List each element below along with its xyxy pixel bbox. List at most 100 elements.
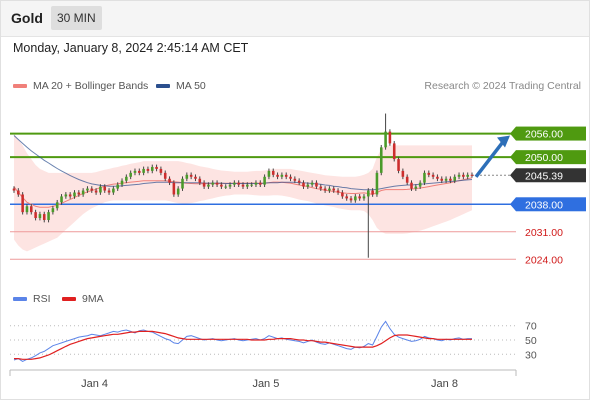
candle-body — [68, 194, 72, 197]
level-label-pointer-2056.00 — [510, 126, 516, 141]
candle-body — [55, 202, 59, 209]
candle-body — [168, 178, 171, 183]
candle-body — [284, 174, 288, 177]
candle-body — [358, 196, 361, 199]
candle-body — [142, 168, 145, 173]
candle-body — [427, 172, 431, 175]
forecast-arrow-shaft — [474, 139, 506, 178]
candle-body — [194, 176, 197, 179]
candle-body — [397, 159, 400, 171]
candle-body — [332, 188, 336, 191]
level-label-2031.00: 2031.00 — [525, 227, 563, 239]
candle-body — [345, 196, 348, 199]
candle-body — [371, 190, 374, 195]
price-chart: 2056.00 2050.00 2045.39 2038.00 2031.00 2024.… — [9, 113, 586, 390]
candle-body — [107, 190, 111, 193]
candle-body — [233, 182, 236, 185]
candle-body — [116, 184, 119, 189]
level-label-2038.00: 2038.00 — [525, 199, 563, 211]
candle-body — [129, 172, 132, 177]
candle-body — [120, 180, 124, 185]
candle-body — [431, 174, 435, 177]
candle-body — [228, 184, 232, 187]
candle-body — [29, 206, 33, 213]
candle-body — [94, 190, 98, 193]
candle-body — [125, 176, 128, 181]
rsi-tick-50: 50 — [525, 335, 537, 347]
level-label-2024.00: 2024.00 — [525, 254, 563, 266]
candle-body — [310, 182, 314, 185]
candle-body — [315, 182, 318, 187]
candle-body — [211, 182, 215, 185]
candle-body — [414, 186, 418, 189]
candle-body — [146, 168, 150, 171]
candle-body — [112, 188, 115, 193]
level-label-2056.00: 2056.00 — [525, 129, 563, 141]
candle-body — [42, 214, 46, 220]
candle-body — [224, 186, 228, 188]
candle-body — [25, 206, 29, 213]
candle-body — [276, 174, 279, 177]
candle-body — [289, 176, 292, 179]
level-label-2050.00: 2050.00 — [525, 152, 563, 164]
candle-body — [306, 184, 310, 187]
candle-body — [453, 176, 457, 181]
candle-body — [155, 166, 158, 169]
candle-body — [246, 184, 249, 187]
candle-body — [444, 178, 448, 181]
candle-body — [47, 212, 50, 220]
candle-body — [410, 182, 413, 189]
candle-body — [133, 170, 137, 173]
candle-body — [250, 184, 253, 186]
rsi-swatch — [13, 297, 27, 301]
candle-body — [401, 170, 405, 177]
rsi-tick-70: 70 — [525, 321, 537, 333]
candle-body — [375, 172, 379, 195]
candle-body — [202, 182, 206, 187]
candle-body — [73, 192, 76, 197]
level-label-pointer-2038.00 — [510, 197, 516, 212]
candle-body — [258, 182, 262, 185]
candle-body — [440, 178, 444, 181]
candle-body — [436, 176, 439, 179]
candle-body — [423, 172, 426, 183]
candle-body — [384, 131, 387, 148]
candle-body — [99, 186, 102, 193]
legend-9ma: 9MA — [62, 293, 104, 305]
candle-body — [388, 131, 392, 144]
candle-body — [293, 178, 297, 181]
candle-body — [341, 192, 344, 197]
legend-rsi: RSI — [13, 293, 51, 305]
candle-body — [280, 174, 284, 177]
candle-body — [354, 196, 357, 201]
candle-body — [302, 182, 305, 187]
candle-body — [297, 180, 301, 183]
candle-body — [12, 188, 16, 191]
candle-body — [138, 170, 141, 173]
rsi-series-9MA — [14, 330, 472, 360]
candle-body — [86, 188, 89, 191]
ma9-swatch — [62, 297, 76, 301]
rsi-tick-30: 30 — [525, 349, 537, 361]
candle-body — [470, 174, 474, 176]
candle-body — [220, 184, 223, 187]
candle-body — [60, 196, 63, 203]
candle-body — [462, 174, 465, 177]
candle-body — [163, 172, 167, 179]
candle-body — [17, 190, 20, 195]
candle-body — [466, 174, 469, 177]
candle-body — [267, 170, 271, 177]
candle-body — [241, 184, 245, 187]
candle-body — [172, 182, 176, 195]
candle-body — [189, 174, 193, 177]
candle-body — [159, 168, 163, 173]
candle-body — [176, 188, 180, 195]
candle-body — [418, 182, 422, 187]
candle-body — [51, 208, 55, 213]
candle-body — [237, 182, 240, 185]
candle-body — [319, 186, 323, 189]
candle-body — [198, 178, 202, 183]
candle-body — [457, 174, 461, 177]
candle-body — [103, 186, 107, 191]
candle-body — [362, 196, 366, 199]
